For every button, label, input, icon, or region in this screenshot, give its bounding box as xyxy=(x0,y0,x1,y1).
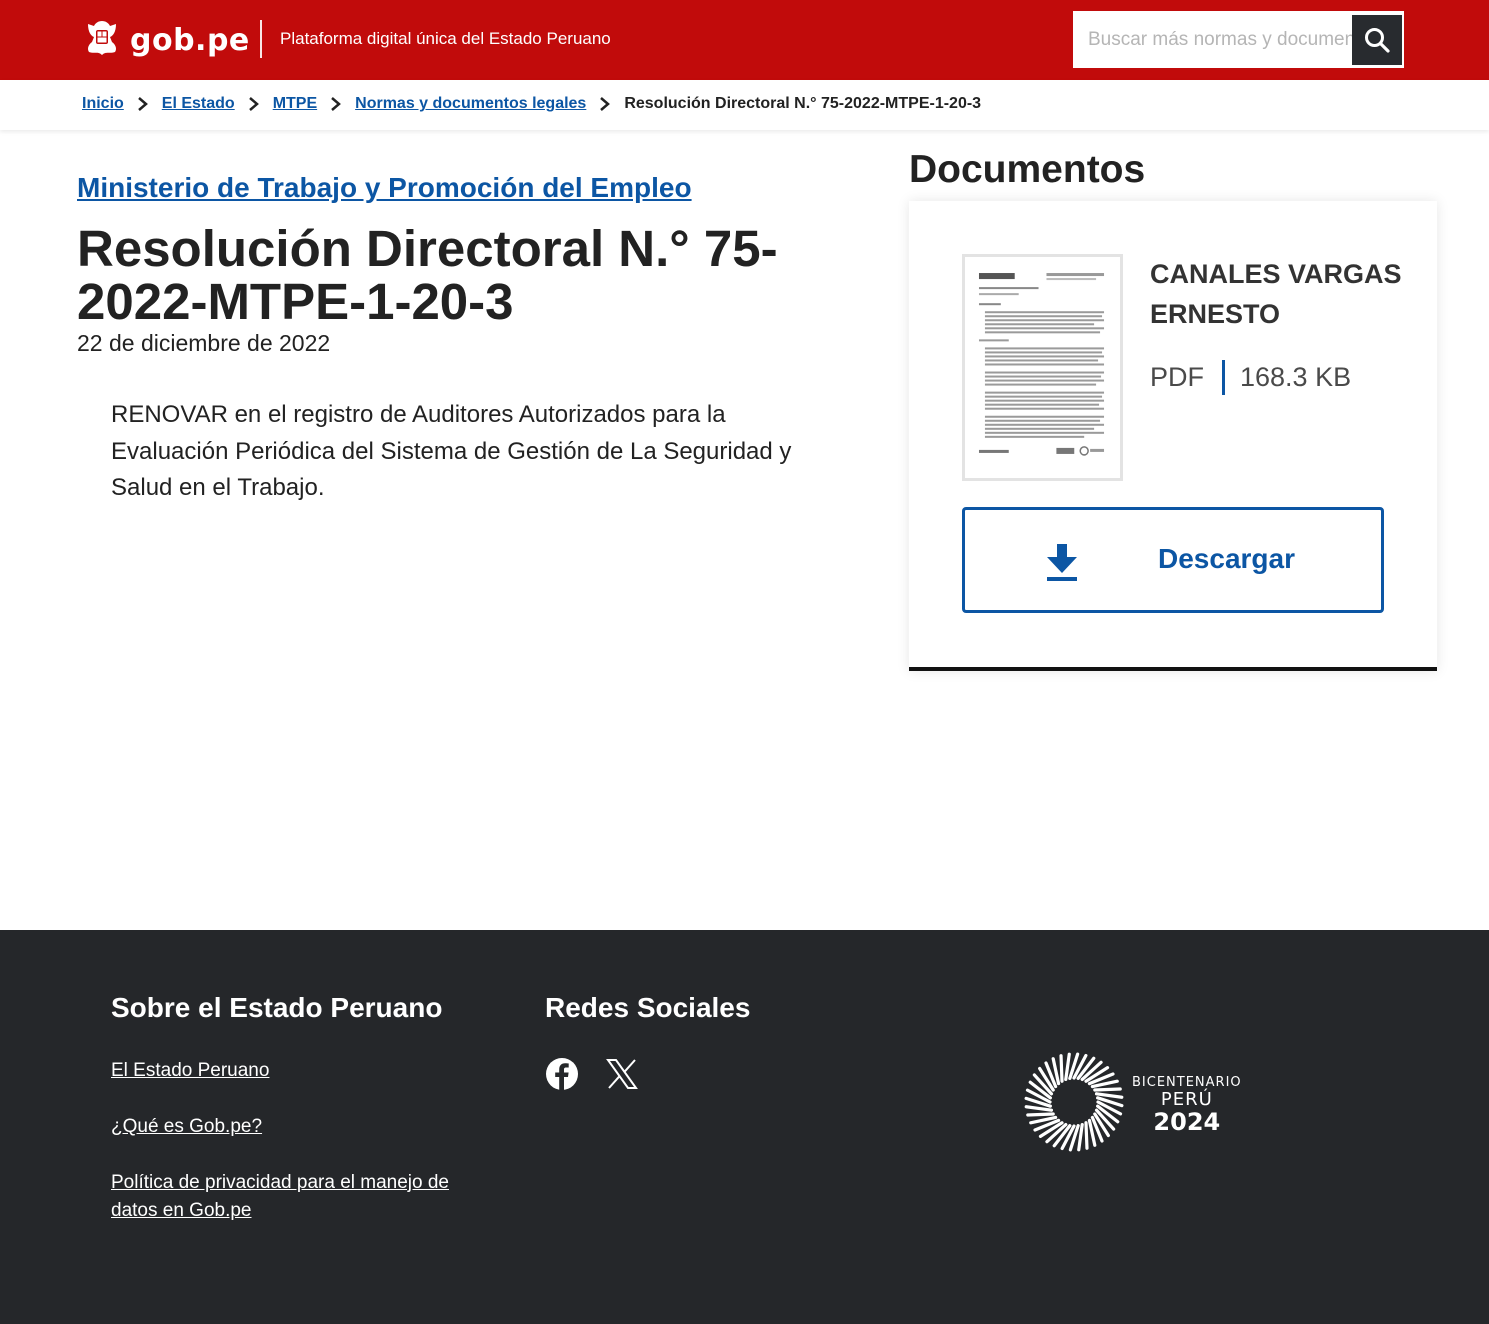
search-button[interactable] xyxy=(1352,15,1402,65)
chevron-right-icon xyxy=(591,95,619,113)
breadcrumb: Inicio El Estado MTPE Normas y documento… xyxy=(82,95,981,113)
documents-heading: Documentos xyxy=(909,148,1146,191)
document-card: CANALES VARGAS ERNESTO PDF 168.3 KB Desc… xyxy=(909,201,1437,671)
facebook-icon[interactable] xyxy=(545,1057,579,1091)
document-author: CANALES VARGAS ERNESTO xyxy=(1150,259,1402,329)
document-size: 168.3 KB xyxy=(1240,362,1352,392)
document-preview-icon xyxy=(978,273,1105,456)
footer-link-estado-peruano[interactable]: El Estado Peruano xyxy=(111,1057,451,1085)
chevron-right-icon xyxy=(322,95,350,113)
document-thumbnail[interactable] xyxy=(962,254,1123,481)
bicentenario-line3: 2024 xyxy=(1153,1108,1221,1136)
chevron-right-icon xyxy=(129,95,157,113)
bicentenario-sun-icon xyxy=(1022,1050,1126,1159)
bicentenario-text: BICENTENARIO PERÚ 2024 xyxy=(1132,1075,1242,1134)
x-icon[interactable] xyxy=(605,1057,639,1091)
download-icon xyxy=(1045,542,1079,582)
header-tagline: Plataforma digital única del Estado Peru… xyxy=(280,29,611,48)
breadcrumb-bar: Inicio El Estado MTPE Normas y documento… xyxy=(0,80,1489,130)
brand-logo[interactable]: gob.pe xyxy=(82,18,250,63)
breadcrumb-current: Resolución Directoral N.° 75-2022-MTPE-1… xyxy=(624,95,982,112)
brand-name: gob.pe xyxy=(130,23,250,58)
peru-coat-of-arms-icon xyxy=(82,18,122,63)
document-format: PDF xyxy=(1150,362,1204,392)
bicentenario-logo: BICENTENARIO PERÚ 2024 xyxy=(1022,1050,1242,1159)
chevron-right-icon xyxy=(240,95,268,113)
breadcrumb-link-mtpe[interactable]: MTPE xyxy=(273,95,317,113)
social-links xyxy=(545,1057,639,1091)
breadcrumb-link-inicio[interactable]: Inicio xyxy=(82,95,124,113)
search-input[interactable] xyxy=(1075,13,1352,66)
footer-link-que-es-gobpe[interactable]: ¿Qué es Gob.pe? xyxy=(111,1113,451,1141)
download-label: Descargar xyxy=(1158,543,1295,574)
top-header: gob.pe Plataforma digital única del Esta… xyxy=(0,0,1489,80)
footer-social-heading: Redes Sociales xyxy=(545,992,751,1023)
agency-link[interactable]: Ministerio de Trabajo y Promoción del Em… xyxy=(77,172,692,204)
breadcrumb-link-el-estado[interactable]: El Estado xyxy=(162,95,235,113)
bicentenario-line1: BICENTENARIO xyxy=(1132,1075,1242,1090)
footer-about-heading: Sobre el Estado Peruano xyxy=(111,992,443,1023)
document-summary: RENOVAR en el registro de Auditores Auto… xyxy=(111,401,792,501)
publication-date: 22 de diciembre de 2022 xyxy=(77,330,331,356)
header-divider xyxy=(260,20,262,58)
page-title: Resolución Directoral N.° 75-2022-MTPE-1… xyxy=(77,220,778,330)
search-form xyxy=(1073,11,1404,68)
search-icon xyxy=(1364,27,1390,53)
bicentenario-line2: PERÚ xyxy=(1160,1089,1213,1110)
breadcrumb-link-normas[interactable]: Normas y documentos legales xyxy=(355,95,586,113)
footer-link-privacy[interactable]: Política de privacidad para el manejo de… xyxy=(111,1169,451,1225)
meta-divider xyxy=(1222,360,1225,395)
document-meta: PDF 168.3 KB xyxy=(1150,360,1351,395)
footer: Sobre el Estado Peruano El Estado Peruan… xyxy=(0,930,1489,1324)
download-button[interactable]: Descargar xyxy=(962,507,1384,613)
